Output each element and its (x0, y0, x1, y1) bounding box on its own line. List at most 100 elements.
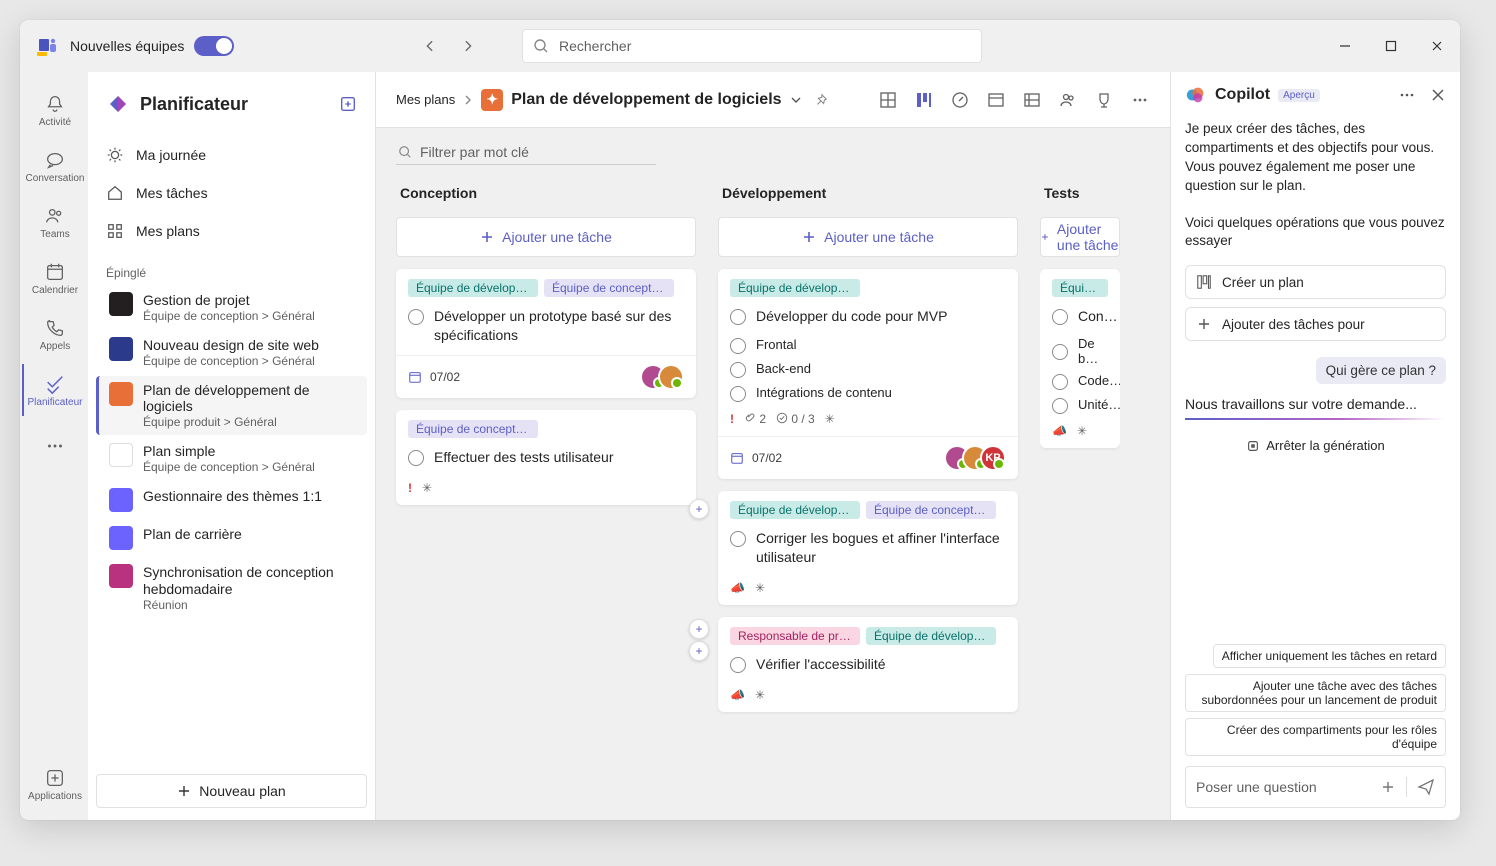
subtask[interactable]: Unité… (1052, 396, 1108, 414)
pinned-item[interactable]: Gestion de projet Équipe de conception >… (96, 286, 367, 329)
subtask[interactable]: De b… (1052, 336, 1108, 366)
sidebar: Planificateur Ma journée Mes tâches Mes … (88, 72, 376, 820)
plus-icon (1196, 316, 1212, 332)
rail-calls[interactable]: Appels (22, 308, 86, 360)
view-people-icon[interactable] (1058, 90, 1078, 110)
subtask[interactable]: Code… (1052, 372, 1108, 390)
nav-my-day[interactable]: Ma journée (96, 138, 367, 172)
insert-task-button[interactable]: + (689, 499, 709, 519)
copilot-suggestion[interactable]: Afficher uniquement les tâches en retard (1213, 644, 1446, 668)
insert-task-button[interactable]: + (689, 641, 709, 661)
view-schedule-icon[interactable] (986, 90, 1006, 110)
view-goals-icon[interactable] (1094, 90, 1114, 110)
pinned-item[interactable]: Nouveau design de site web Équipe de con… (96, 331, 367, 374)
insert-task-button[interactable]: + (689, 619, 709, 639)
nav-my-plans[interactable]: Mes plans (96, 214, 367, 248)
rail-teams[interactable]: Teams (22, 196, 86, 248)
subtask[interactable]: Back-end (730, 360, 1006, 378)
back-button[interactable] (416, 32, 444, 60)
complete-checkbox[interactable] (408, 309, 424, 325)
plan-icon: ✦ (481, 89, 503, 111)
task-card[interactable]: Équipe de développ…Équipe de conception … (718, 491, 1018, 605)
complete-checkbox[interactable] (1052, 374, 1068, 390)
send-icon[interactable] (1417, 778, 1435, 796)
complete-checkbox[interactable] (1052, 398, 1068, 414)
rail-chat[interactable]: Conversation (22, 140, 86, 192)
task-card[interactable]: Responsable de pro…Équipe de développ… V… (718, 617, 1018, 712)
rail-apps[interactable]: Applications (22, 758, 86, 810)
rail-activity[interactable]: Activité (22, 84, 86, 136)
plus-icon[interactable] (1380, 779, 1396, 795)
subtask[interactable]: Frontal (730, 336, 1006, 354)
task-card[interactable]: Équipe de développ…Équipe de conception … (396, 269, 696, 398)
complete-checkbox[interactable] (730, 386, 746, 402)
pin-icon[interactable] (814, 93, 828, 107)
close-button[interactable] (1414, 23, 1460, 69)
new-plan-button[interactable]: Nouveau plan (96, 774, 367, 808)
complete-checkbox[interactable] (730, 531, 746, 547)
planner-logo-icon (106, 92, 130, 116)
pinned-item[interactable]: Synchronisation de conception hebdomadai… (96, 558, 367, 618)
plan-color-icon (109, 382, 133, 406)
plan-chip[interactable]: ✦ Plan de développement de logiciels (481, 89, 801, 111)
filter-input[interactable]: Filtrer par mot clé (396, 140, 656, 165)
complete-checkbox[interactable] (1052, 309, 1068, 325)
forward-button[interactable] (454, 32, 482, 60)
complete-checkbox[interactable] (730, 657, 746, 673)
card-tags: Équipe de développ… (718, 269, 1018, 297)
add-task-button[interactable]: Ajouter une tâche (718, 217, 1018, 257)
view-grid-icon[interactable] (878, 90, 898, 110)
pinned-item[interactable]: Plan simple Équipe de conception > Génér… (96, 437, 367, 480)
view-chart-icon[interactable] (1022, 90, 1042, 110)
more-icon (44, 435, 66, 457)
pinned-subtitle: Équipe produit > Général (143, 415, 357, 429)
view-board-icon[interactable] (914, 90, 934, 110)
breadcrumb-root[interactable]: Mes plans (396, 92, 455, 107)
complete-checkbox[interactable] (408, 450, 424, 466)
new-teams-toggle[interactable] (194, 36, 234, 56)
rail-more[interactable] (22, 420, 86, 472)
task-card[interactable]: Équipe de développ… Développer du code p… (718, 269, 1018, 479)
copilot-chip-create-plan[interactable]: Créer un plan (1185, 265, 1446, 299)
add-task-button[interactable]: Ajouter une tâche (396, 217, 696, 257)
copilot-suggestion[interactable]: Créer des compartiments pour les rôles d… (1185, 718, 1446, 756)
complete-checkbox[interactable] (730, 338, 746, 354)
new-tab-icon[interactable] (339, 95, 357, 113)
complete-checkbox[interactable] (730, 309, 746, 325)
close-icon[interactable] (1430, 87, 1446, 103)
priority-icon: ! (408, 481, 412, 495)
nav-my-tasks[interactable]: Mes tâches (96, 176, 367, 210)
minimize-button[interactable] (1322, 23, 1368, 69)
complete-checkbox[interactable] (1052, 344, 1068, 360)
more-icon[interactable] (1398, 86, 1416, 104)
effort-icon: ✳ (825, 412, 835, 426)
chat-icon (44, 149, 66, 171)
copilot-chip-add-tasks[interactable]: Ajouter des tâches pour (1185, 307, 1446, 341)
pinned-item[interactable]: Plan de carrière (96, 520, 367, 556)
pinned-item[interactable]: Plan de développement de logiciels Équip… (96, 376, 367, 436)
plan-color-icon (109, 526, 133, 550)
copilot-intro-1: Je peux créer des tâches, des compartime… (1185, 120, 1446, 196)
copilot-input[interactable]: Poser une question (1185, 766, 1446, 808)
view-switcher (878, 90, 1150, 110)
task-card[interactable]: Équipe de d… Con… De b…Code…Unité… 📣 ✳ (1040, 269, 1120, 448)
complete-checkbox[interactable] (730, 362, 746, 378)
bell-icon (44, 93, 66, 115)
copilot-suggestion[interactable]: Ajouter une tâche avec des tâches subord… (1185, 674, 1446, 712)
add-task-button[interactable]: Ajouter une tâche (1040, 217, 1120, 257)
task-card[interactable]: Équipe de conception Effectuer des tests… (396, 410, 696, 505)
copilot-suggestions: Afficher uniquement les tâches en retard… (1185, 644, 1446, 756)
copilot-stop-button[interactable]: Arrêter la génération (1185, 438, 1446, 453)
plus-icon (480, 230, 494, 244)
calendar-icon (44, 261, 66, 283)
view-more-icon[interactable] (1130, 90, 1150, 110)
card-meta: 📣 ✳ (1040, 420, 1120, 448)
subtask[interactable]: Intégrations de contenu (730, 384, 1006, 402)
search-input[interactable]: Rechercher (522, 29, 982, 63)
pinned-item[interactable]: Gestionnaire des thèmes 1:1 (96, 482, 367, 518)
rail-calendar[interactable]: Calendrier (22, 252, 86, 304)
calendar-icon (730, 451, 744, 465)
view-timeline-icon[interactable] (950, 90, 970, 110)
rail-planner[interactable]: Planificateur (22, 364, 86, 416)
maximize-button[interactable] (1368, 23, 1414, 69)
